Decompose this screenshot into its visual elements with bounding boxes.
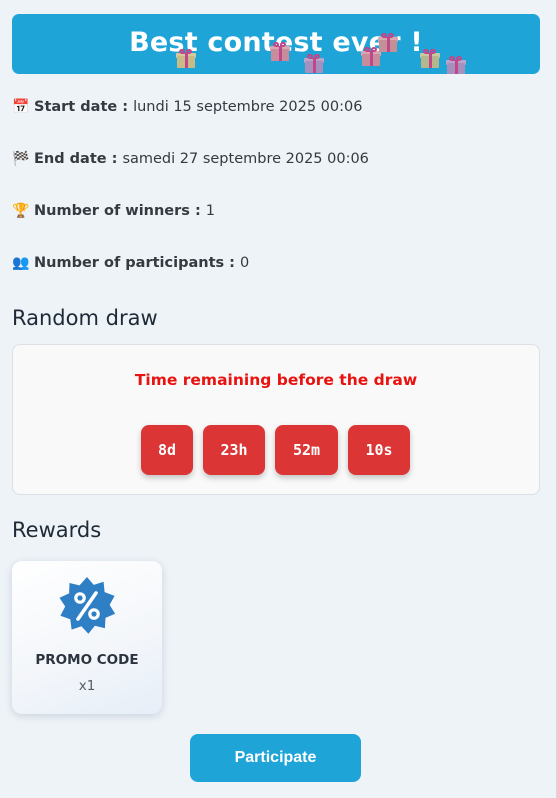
reward-card-promo-code: PROMO CODE x1 (12, 561, 162, 714)
gift-icon (270, 42, 290, 61)
start-date-row: 📅 Start date : lundi 15 septembre 2025 0… (12, 99, 362, 115)
reward-quantity: x1 (78, 678, 96, 694)
gift-icon (176, 49, 196, 68)
end-date-label: End date : (34, 151, 118, 167)
participants-value: 0 (239, 255, 250, 271)
participants-row: 👥 Number of participants : 0 (12, 255, 249, 271)
timer-seconds: 10s (348, 425, 410, 475)
end-date-row: 🏁 End date : samedi 27 septembre 2025 00… (12, 151, 369, 167)
draw-countdown-card: Time remaining before the draw 8d 23h 52… (12, 344, 540, 495)
checkered-flag-icon: 🏁 (12, 151, 30, 167)
draw-countdown-heading: Time remaining before the draw (134, 371, 418, 389)
calendar-icon: 📅 (12, 99, 30, 115)
end-date-value: samedi 27 septembre 2025 00:06 (122, 151, 369, 167)
trophy-icon: 🏆 (12, 203, 30, 219)
participants-label: Number of participants : (34, 255, 235, 271)
gift-icon (420, 49, 440, 68)
gift-icon (446, 56, 466, 74)
gift-icon (304, 54, 324, 73)
timer-minutes: 52m (275, 425, 338, 475)
random-draw-heading: Random draw (12, 306, 158, 330)
winners-label: Number of winners : (34, 203, 201, 219)
timer-hours: 23h (203, 425, 265, 475)
reward-name: PROMO CODE (35, 652, 139, 668)
gift-icon (378, 33, 398, 52)
participate-button[interactable]: Participate (190, 734, 361, 782)
contest-page: Best contest ever ! 📅 Start date : lundi… (0, 0, 557, 798)
contest-banner: Best contest ever ! (12, 14, 540, 74)
timer-days: 8d (141, 425, 193, 475)
rewards-heading: Rewards (12, 518, 102, 542)
people-icon: 👥 (12, 255, 30, 271)
percent-badge-icon (59, 577, 116, 634)
start-date-value: lundi 15 septembre 2025 00:06 (133, 99, 363, 115)
start-date-label: Start date : (34, 99, 129, 115)
winners-row: 🏆 Number of winners : 1 (12, 203, 215, 219)
winners-value: 1 (205, 203, 216, 219)
